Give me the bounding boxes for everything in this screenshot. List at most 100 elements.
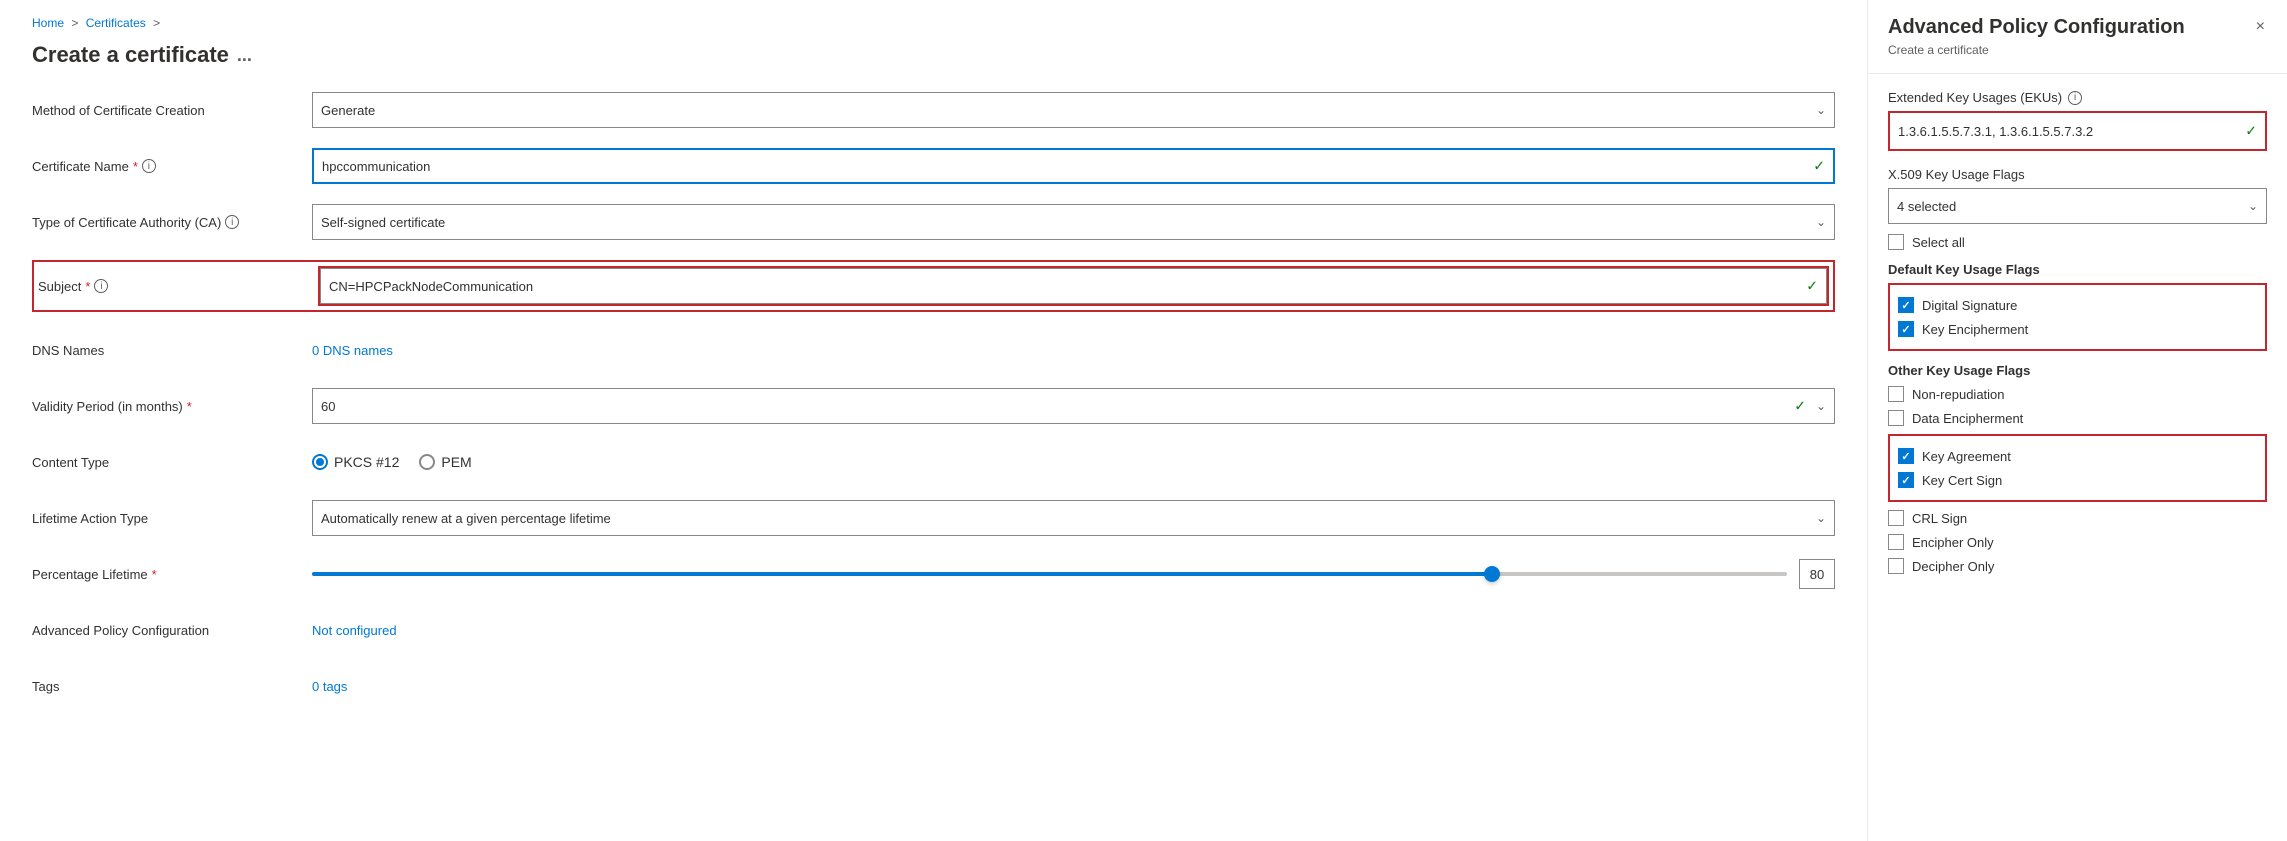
tags-link[interactable]: 0 tags — [312, 679, 347, 694]
advanced-label: Advanced Policy Configuration — [32, 623, 312, 638]
key-encipherment-checkbox[interactable] — [1898, 321, 1914, 337]
breadcrumb: Home > Certificates > — [32, 16, 1835, 30]
content-type-row: Content Type PKCS #12 PEM — [32, 444, 1835, 480]
validity-label: Validity Period (in months) * — [32, 399, 312, 414]
subject-control: ✓ — [318, 266, 1829, 306]
dns-control: 0 DNS names — [312, 342, 1835, 358]
tags-label: Tags — [32, 679, 312, 694]
cert-name-control: ✓ — [312, 148, 1835, 184]
encipher-only-checkbox[interactable] — [1888, 534, 1904, 550]
advanced-link[interactable]: Not configured — [312, 623, 397, 638]
percentage-control: 80 — [312, 559, 1835, 589]
key-usage-select[interactable]: 4 selected ⌄ — [1888, 188, 2267, 224]
digital-signature-checkbox[interactable] — [1898, 297, 1914, 313]
decipher-only-label: Decipher Only — [1912, 559, 1994, 574]
percentage-row: Percentage Lifetime * 80 — [32, 556, 1835, 592]
validity-select[interactable]: 60 — [313, 389, 1834, 423]
digital-signature-label: Digital Signature — [1922, 298, 2017, 313]
pkcs-label: PKCS #12 — [334, 454, 399, 470]
advanced-control: Not configured — [312, 622, 1835, 638]
title-menu[interactable]: ... — [237, 45, 252, 66]
ca-type-select-wrapper[interactable]: Self-signed certificate ⌄ — [312, 204, 1835, 240]
subject-info-icon[interactable]: i — [94, 279, 108, 293]
subject-input-wrapper: ✓ — [320, 268, 1827, 304]
ca-type-select[interactable]: Self-signed certificate — [313, 205, 1834, 239]
default-flags-highlighted: Digital Signature Key Encipherment — [1888, 283, 2267, 351]
pkcs-radio-item[interactable]: PKCS #12 — [312, 454, 399, 470]
data-encipherment-label: Data Encipherment — [1912, 411, 2023, 426]
method-control: Generate ⌄ — [312, 92, 1835, 128]
dns-row: DNS Names 0 DNS names — [32, 332, 1835, 368]
data-encipherment-checkbox[interactable] — [1888, 410, 1904, 426]
key-cert-sign-label: Key Cert Sign — [1922, 473, 2002, 488]
key-usage-label: X.509 Key Usage Flags — [1888, 167, 2267, 182]
eku-valid-icon: ✓ — [2245, 123, 2257, 140]
eku-input[interactable] — [1890, 113, 2265, 149]
non-repudiation-label: Non-repudiation — [1912, 387, 2005, 402]
method-select-wrapper[interactable]: Generate ⌄ — [312, 92, 1835, 128]
cert-name-label: Certificate Name * i — [32, 159, 312, 174]
breadcrumb-certificates[interactable]: Certificates — [86, 16, 146, 30]
eku-section: Extended Key Usages (EKUs) i ✓ — [1888, 90, 2267, 151]
crl-sign-item[interactable]: CRL Sign — [1888, 510, 2267, 526]
lifetime-select-wrapper[interactable]: Automatically renew at a given percentag… — [312, 500, 1835, 536]
subject-row: Subject * i ✓ — [32, 260, 1835, 312]
tags-row: Tags 0 tags — [32, 668, 1835, 704]
pem-radio-button[interactable] — [419, 454, 435, 470]
percentage-slider-track[interactable] — [312, 572, 1787, 576]
key-usage-selected-text: 4 selected — [1897, 199, 2248, 214]
method-row: Method of Certificate Creation Generate … — [32, 92, 1835, 128]
cert-name-input[interactable] — [314, 150, 1833, 182]
panel-subtitle: Create a certificate — [1888, 43, 2185, 57]
decipher-only-item[interactable]: Decipher Only — [1888, 558, 2267, 574]
digital-signature-item[interactable]: Digital Signature — [1898, 297, 2257, 313]
encipher-only-label: Encipher Only — [1912, 535, 1994, 550]
eku-info-icon[interactable]: i — [2068, 91, 2082, 105]
pem-label: PEM — [441, 454, 471, 470]
ca-type-info-icon[interactable]: i — [225, 215, 239, 229]
key-cert-sign-item[interactable]: Key Cert Sign — [1898, 472, 2257, 488]
method-select[interactable]: Generate — [313, 93, 1834, 127]
non-repudiation-item[interactable]: Non-repudiation — [1888, 386, 2267, 402]
data-encipherment-item[interactable]: Data Encipherment — [1888, 410, 2267, 426]
validity-row: Validity Period (in months) * 60 ✓ ⌄ — [32, 388, 1835, 424]
decipher-only-checkbox[interactable] — [1888, 558, 1904, 574]
percentage-slider-value: 80 — [1799, 559, 1835, 589]
key-agreement-checkbox[interactable] — [1898, 448, 1914, 464]
crl-sign-label: CRL Sign — [1912, 511, 1967, 526]
dns-label: DNS Names — [32, 343, 312, 358]
cert-name-valid-icon: ✓ — [1813, 158, 1825, 175]
main-content: Home > Certificates > Create a certifica… — [0, 0, 1867, 841]
encipher-only-item[interactable]: Encipher Only — [1888, 534, 2267, 550]
key-agreement-label: Key Agreement — [1922, 449, 2011, 464]
percentage-slider-wrapper: 80 — [312, 559, 1835, 589]
dns-link[interactable]: 0 DNS names — [312, 343, 393, 358]
lifetime-label: Lifetime Action Type — [32, 511, 312, 526]
validity-select-wrapper[interactable]: 60 ✓ ⌄ — [312, 388, 1835, 424]
eku-label: Extended Key Usages (EKUs) i — [1888, 90, 2267, 105]
panel-header-text: Advanced Policy Configuration Create a c… — [1888, 16, 2185, 57]
eku-input-wrapper: ✓ — [1888, 111, 2267, 151]
cert-name-info-icon[interactable]: i — [142, 159, 156, 173]
key-encipherment-item[interactable]: Key Encipherment — [1898, 321, 2257, 337]
subject-valid-icon: ✓ — [1806, 278, 1818, 295]
subject-input[interactable] — [321, 269, 1826, 303]
percentage-slider-thumb[interactable] — [1484, 566, 1500, 582]
pkcs-radio-button[interactable] — [312, 454, 328, 470]
ca-type-control: Self-signed certificate ⌄ — [312, 204, 1835, 240]
panel-close-button[interactable]: × — [2254, 16, 2267, 38]
select-all-checkbox[interactable] — [1888, 234, 1904, 250]
pem-radio-item[interactable]: PEM — [419, 454, 471, 470]
panel-title: Advanced Policy Configuration — [1888, 16, 2185, 39]
lifetime-select[interactable]: Automatically renew at a given percentag… — [313, 501, 1834, 535]
key-agreement-item[interactable]: Key Agreement — [1898, 448, 2257, 464]
validity-control: 60 ✓ ⌄ — [312, 388, 1835, 424]
default-section-heading: Default Key Usage Flags — [1888, 262, 2267, 277]
breadcrumb-home[interactable]: Home — [32, 16, 64, 30]
key-cert-sign-checkbox[interactable] — [1898, 472, 1914, 488]
non-repudiation-checkbox[interactable] — [1888, 386, 1904, 402]
advanced-row: Advanced Policy Configuration Not config… — [32, 612, 1835, 648]
content-type-control: PKCS #12 PEM — [312, 454, 1835, 470]
crl-sign-checkbox[interactable] — [1888, 510, 1904, 526]
other-flags-highlighted: Key Agreement Key Cert Sign — [1888, 434, 2267, 502]
